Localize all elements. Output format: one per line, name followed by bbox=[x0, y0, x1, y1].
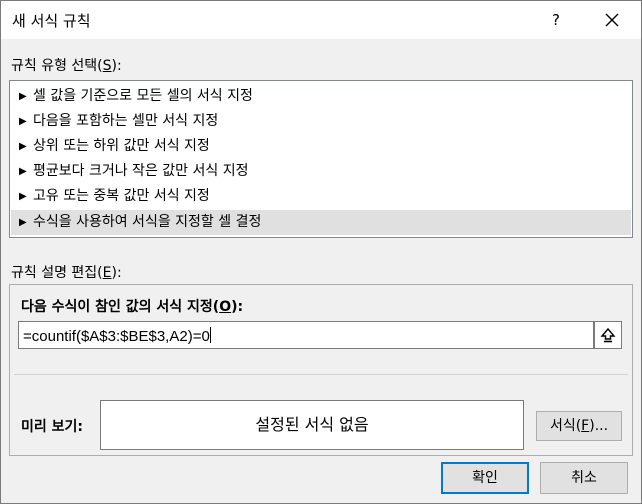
expand-arrow-icon: ▶ bbox=[19, 217, 27, 228]
text-caret bbox=[209, 327, 211, 343]
rule-type-item[interactable]: ▶ 다음을 포함하는 셀만 서식 지정 bbox=[11, 109, 631, 134]
preview-box: 설정된 서식 없음 bbox=[100, 400, 524, 450]
dialog-title: 새 서식 규칙 bbox=[12, 12, 91, 30]
collapse-dialog-button[interactable] bbox=[594, 321, 622, 349]
rule-description-panel: 다음 수식이 참인 값의 서식 지정(O): =countif($A$3:$BE… bbox=[9, 284, 633, 456]
panel-divider bbox=[14, 374, 628, 375]
format-button[interactable]: 서식(F)... bbox=[536, 411, 622, 441]
expand-arrow-icon: ▶ bbox=[19, 116, 27, 127]
help-button[interactable]: ? bbox=[543, 7, 569, 33]
range-select-icon bbox=[600, 327, 616, 343]
expand-arrow-icon: ▶ bbox=[19, 141, 27, 152]
preview-label: 미리 보기: bbox=[21, 419, 83, 435]
expand-arrow-icon: ▶ bbox=[19, 166, 27, 177]
rule-type-label: 규칙 유형 선택(S): bbox=[11, 58, 122, 74]
rule-type-item[interactable]: ▶ 고유 또는 중복 값만 서식 지정 bbox=[11, 184, 631, 209]
formula-value: =countif($A$3:$BE$3,A2)=0 bbox=[23, 327, 211, 345]
rule-type-item[interactable]: ▶ 상위 또는 하위 값만 서식 지정 bbox=[11, 134, 631, 159]
formula-heading: 다음 수식이 참인 값의 서식 지정(O): bbox=[21, 299, 244, 315]
rule-type-item[interactable]: ▶ 평균보다 크거나 작은 값만 서식 지정 bbox=[11, 159, 631, 184]
ok-button[interactable]: 확인 bbox=[441, 462, 529, 494]
title-bar: 새 서식 규칙 ? bbox=[1, 1, 641, 39]
formula-input[interactable]: =countif($A$3:$BE$3,A2)=0 bbox=[18, 321, 594, 349]
close-icon bbox=[605, 13, 619, 27]
rule-type-item-selected[interactable]: ▶ 수식을 사용하여 서식을 지정할 셀 결정 bbox=[11, 210, 631, 235]
expand-arrow-icon: ▶ bbox=[19, 191, 27, 202]
rule-type-list[interactable]: ▶ 셀 값을 기준으로 모든 셀의 서식 지정 ▶ 다음을 포함하는 셀만 서식… bbox=[9, 80, 633, 238]
preview-text: 설정된 서식 없음 bbox=[255, 415, 369, 434]
new-format-rule-dialog: 새 서식 규칙 ? 규칙 유형 선택(S): ▶ 셀 값을 기준으로 모든 셀의… bbox=[0, 0, 642, 504]
close-button[interactable] bbox=[599, 7, 625, 33]
expand-arrow-icon: ▶ bbox=[19, 91, 27, 102]
edit-rule-label: 규칙 설명 편집(E): bbox=[11, 265, 122, 281]
help-icon: ? bbox=[552, 11, 560, 29]
rule-type-item[interactable]: ▶ 셀 값을 기준으로 모든 셀의 서식 지정 bbox=[11, 84, 631, 109]
cancel-button[interactable]: 취소 bbox=[540, 462, 628, 494]
